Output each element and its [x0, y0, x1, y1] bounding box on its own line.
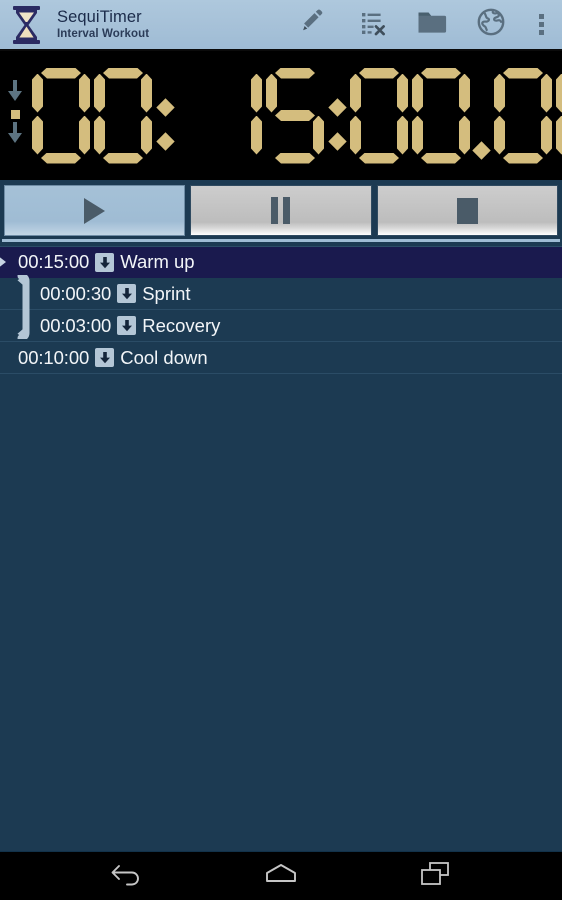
clear-list-button[interactable] [343, 0, 402, 50]
timer-period [472, 68, 492, 164]
transport-controls [0, 180, 562, 238]
sequitimer-app: SequiTimer Interval Workout 00:15:00 War… [0, 0, 562, 900]
timer-digit [94, 67, 152, 164]
list-item[interactable]: 00:03:00 Recovery [0, 301, 562, 344]
pencil-icon [300, 8, 328, 41]
back-arrow-icon [110, 862, 144, 891]
timer-digit [350, 67, 408, 164]
nav-back-button[interactable] [99, 856, 155, 896]
list-remove-icon [359, 8, 387, 41]
more-vertical-icon [538, 14, 544, 35]
timer-digit [556, 68, 562, 164]
interval-time: 00:15:00 [18, 251, 90, 272]
arrow-down-icon [95, 348, 115, 367]
interval-time: 00:00:30 [40, 282, 112, 304]
interval-label: Cool down [120, 346, 208, 368]
open-file-button[interactable] [402, 0, 461, 50]
system-navigation-bar [0, 851, 562, 900]
lap-dot-indicator [10, 110, 20, 119]
play-icon [84, 197, 106, 224]
app-title-block: SequiTimer Interval Workout [52, 9, 149, 40]
interval-list: 00:15:00 Warm up 00:00:30 Sprint 00:03:0… [0, 246, 562, 374]
arrow-down-icon [7, 122, 23, 149]
globe-icon [477, 8, 505, 41]
loop-repeat-icon [14, 301, 38, 344]
list-top-divider [0, 238, 562, 246]
folder-icon [417, 9, 447, 40]
arrow-down-icon [95, 252, 115, 272]
interval-time: 00:03:00 [40, 314, 112, 336]
interval-label: Warm up [120, 251, 195, 272]
timer-display[interactable] [0, 51, 562, 180]
timer-digit [494, 67, 552, 164]
app-subtitle: Interval Workout [57, 27, 150, 40]
app-logo [0, 5, 52, 45]
recents-icon [419, 861, 451, 892]
home-icon [263, 862, 299, 891]
timer-colon [154, 68, 176, 164]
list-item[interactable]: 00:10:00 Cool down [0, 342, 562, 374]
app-title: SequiTimer [57, 8, 142, 26]
arrow-down-icon [117, 316, 137, 335]
pause-button[interactable] [190, 185, 372, 236]
interval-time: 00:10:00 [18, 346, 90, 368]
web-button[interactable] [461, 0, 520, 50]
app-bar-actions [284, 0, 562, 49]
timer-colon [326, 68, 348, 164]
timer-digit [266, 67, 324, 164]
timer-spacer [176, 68, 202, 164]
overflow-button[interactable] [520, 0, 562, 50]
app-bar: SequiTimer Interval Workout [0, 0, 562, 51]
count-direction-indicator [0, 80, 30, 151]
interval-label: Sprint [142, 282, 191, 304]
play-button[interactable] [4, 185, 186, 236]
timer-digits [30, 67, 562, 164]
list-item[interactable]: 00:15:00 Warm up [0, 246, 562, 278]
current-position-marker [0, 255, 6, 269]
hourglass-icon [11, 5, 42, 45]
stop-icon [456, 197, 478, 224]
pause-icon [271, 197, 291, 224]
arrow-down-icon [7, 80, 23, 107]
nav-recents-button[interactable] [407, 856, 463, 896]
timer-digit [32, 67, 90, 164]
timer-digit [412, 67, 470, 164]
interval-label: Recovery [142, 314, 221, 336]
timer-digit [204, 68, 262, 164]
arrow-down-icon [117, 284, 137, 303]
stop-button[interactable] [376, 185, 558, 236]
edit-button[interactable] [284, 0, 343, 50]
nav-home-button[interactable] [253, 856, 309, 896]
list-item[interactable]: 00:00:30 Sprint [0, 272, 562, 311]
